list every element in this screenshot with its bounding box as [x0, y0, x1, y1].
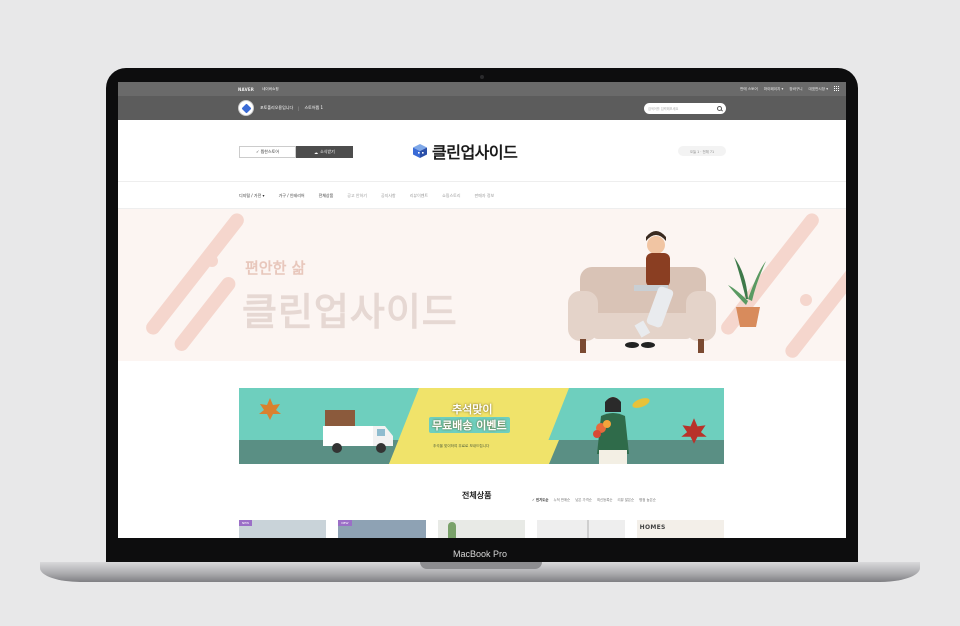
nav-item-shopping-story[interactable]: 쇼핑스토리	[442, 193, 460, 199]
nav-item-all-products[interactable]: 전체상품	[319, 193, 334, 199]
util-link-seller-store[interactable]: 판매 스토어	[740, 87, 758, 92]
product-card[interactable]: HOMES	[636, 520, 725, 538]
hero-title: 클린업사이드	[242, 290, 458, 334]
sort-tab-popular[interactable]: ✓ 인기도순	[532, 497, 549, 502]
sort-tab-rating[interactable]: 평점 높은순	[639, 497, 656, 502]
store-divider: |	[298, 105, 300, 111]
nav-item-seller-info[interactable]: 판매자 정보	[475, 193, 495, 199]
hero-stripe-right-2	[782, 257, 846, 361]
category-nav: 디지털 / 가전 ▾ 가구 / 인테리어 전체상품 공고 안하기 공지사항 리뷰…	[118, 183, 846, 209]
sort-tab-reviews[interactable]: 리뷰 많은순	[617, 497, 634, 502]
laptop-notch	[420, 562, 542, 569]
new-badge: NEW	[239, 520, 253, 526]
store-grade: 스토어찜 1	[304, 105, 324, 110]
logo-text: 클린업사이드	[432, 143, 518, 162]
nav-item-notice[interactable]: 공지사항	[381, 193, 396, 199]
util-link-mypage[interactable]: 마이페이지 ▾	[764, 87, 783, 92]
util-link-market[interactable]: 대표판시장 ▾	[809, 87, 828, 92]
hero-dot-right	[800, 294, 812, 306]
sort-tabs: ✓ 인기도순 누적 판매순 낮은 가격순 최신등록순 리뷰 많은순 평점 높은순	[532, 497, 656, 502]
search-icon[interactable]	[717, 105, 722, 111]
device-label: MacBook Pro	[452, 549, 508, 559]
sort-tab-low-price[interactable]: 낮은 가격순	[575, 497, 592, 502]
delivery-truck-icon	[323, 410, 393, 453]
product-card[interactable]: NEW	[239, 520, 327, 538]
favorite-store-button[interactable]: ✓ 찜한스토어	[239, 146, 296, 158]
subscribe-button[interactable]: ☁ 소식받기	[296, 146, 353, 158]
plant-thumb-shape	[447, 522, 456, 538]
hero-dot-left	[206, 255, 218, 267]
yellow-leaf-icon	[632, 398, 650, 408]
all-products-title: 전체상품	[462, 491, 492, 500]
store-avatar[interactable]	[238, 100, 254, 116]
cloud-icon: ☁	[314, 149, 319, 155]
app-grid-icon[interactable]	[834, 86, 840, 92]
search-placeholder: 검색어를 입력해보세요	[648, 106, 679, 111]
nav-item-furniture[interactable]: 가구 / 인테리어	[279, 193, 305, 199]
naver-logo[interactable]: NAVER	[238, 87, 254, 92]
store-logo[interactable]: 클린업사이드	[412, 139, 518, 163]
camera-icon	[480, 75, 484, 79]
product-card[interactable]: NEW	[338, 520, 426, 538]
product-card[interactable]	[537, 520, 625, 538]
nav-item-digital[interactable]: 디지털 / 가전 ▾	[239, 193, 265, 199]
window-thumb-shape	[587, 520, 590, 538]
product-list: NEW NEW HOMES	[239, 520, 725, 538]
sort-tab-sales[interactable]: 누적 판매순	[554, 497, 571, 502]
event-banner[interactable]: 추석맞이 무료배송 이벤트 추석을 맞이하여 무료로 보내드립니다	[239, 388, 724, 464]
red-leaf-icon	[681, 418, 707, 444]
homes-label: HOMES	[639, 524, 666, 531]
event-title-line1: 추석맞이	[452, 403, 493, 416]
utility-links: 판매 스토어 마이페이지 ▾ 장바구니 대표판시장 ▾	[740, 86, 840, 92]
nav-item-notice-off[interactable]: 공고 안하기	[347, 193, 367, 199]
store-bar: 포토폴리오용입니다 | 스토어찜 1 검색어를 입력해보세요	[118, 96, 846, 120]
cube-logo-icon	[413, 144, 427, 158]
store-header: ✓ 찜한스토어 ☁ 소식받기 클린업사이드 오늘 1 · 전체 71	[118, 120, 846, 182]
event-title-line2: 무료배송 이벤트	[429, 417, 510, 433]
product-card[interactable]	[437, 520, 526, 538]
subscribe-label: 소식받기	[320, 149, 335, 154]
visitor-counter: 오늘 1 · 전체 71	[678, 146, 726, 156]
browser-screen: NAVER 네이버쇼핑 판매 스토어 마이페이지 ▾ 장바구니 대표판시장 ▾ …	[118, 82, 846, 538]
nav-item-review-event[interactable]: 리뷰이벤트	[410, 193, 428, 199]
event-description: 추석을 맞이하여 무료로 보내드립니다	[433, 444, 490, 448]
new-badge: NEW	[338, 520, 352, 526]
store-name[interactable]: 포토폴리오용입니다	[260, 105, 293, 111]
hero-subtitle: 편안한 삶	[245, 259, 306, 277]
search-input[interactable]: 검색어를 입력해보세요	[644, 102, 726, 114]
naver-shopping-link[interactable]: 네이버쇼핑	[262, 87, 279, 92]
utility-row: NAVER 네이버쇼핑 판매 스토어 마이페이지 ▾ 장바구니 대표판시장 ▾	[118, 82, 846, 96]
hero-banner[interactable]: 편안한 삶 클린업사이드	[118, 209, 846, 361]
sofa-person-illustration	[568, 231, 766, 353]
util-link-cart[interactable]: 장바구니	[789, 87, 802, 92]
maple-leaf-icon	[259, 398, 281, 420]
sort-tab-newest[interactable]: 최신등록순	[597, 497, 613, 502]
